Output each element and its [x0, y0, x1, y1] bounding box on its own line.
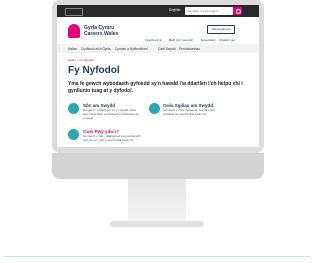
intro-text: Yma fe gewch wybodaeth gyfoedd sy'n hawd… — [68, 81, 243, 94]
nav-item-home[interactable]: Hafan — [68, 47, 77, 51]
sign-in-button[interactable]: Mewngofnodi — [207, 25, 235, 34]
nav-item-apprenticeships[interactable]: Prentisiaethau — [179, 47, 200, 51]
monitor-screen: English Sut allwn ni eich helpu? Gyrfa C… — [57, 5, 259, 147]
nav-item-get-job[interactable]: Cael Swydd — [158, 47, 176, 51]
government-logo-icon — [65, 8, 83, 16]
skills-quiz-icon — [149, 103, 160, 114]
card-text-skills-quiz: Gwnewch y Cwis Sgiliau am Swydd i gael s… — [163, 108, 215, 116]
site-header: Gyrfa Cymru Careers Wales Mewngofnodi Cy… — [57, 17, 259, 44]
monitor-stand — [128, 179, 186, 221]
header-link-contact[interactable]: Cysylltu â ni — [145, 38, 161, 42]
language-link[interactable]: English — [169, 8, 180, 12]
search-button[interactable] — [233, 7, 242, 15]
nav-item-plan-career[interactable]: Cynllunio eich Gyrfa — [81, 47, 111, 51]
header-link-search-web[interactable]: Chwilio'r we — [219, 38, 235, 42]
main-nav: Hafan Cynllunio eich Gyrfa Cyrsiau a Hyf… — [57, 44, 259, 53]
page-title: Fy Nyfodol — [68, 65, 120, 76]
breadcrumb[interactable]: Hafan > Fy Nyfodol — [68, 58, 94, 62]
nav-item-courses[interactable]: Cyrsiau a Hyfforddiant — [115, 47, 148, 51]
header-link-news[interactable]: Newyddion — [201, 38, 216, 42]
monitor-base — [110, 221, 204, 227]
page-baseline — [4, 256, 310, 257]
careers-wales-logo-icon[interactable] — [68, 24, 80, 38]
brand-name-english[interactable]: Careers Wales — [84, 31, 118, 37]
search-input[interactable]: Sut allwn ni eich helpu? — [185, 7, 233, 15]
search-placeholder: Sut allwn ni eich helpu? — [187, 8, 219, 13]
monitor-chin — [52, 153, 264, 179]
job-talk-icon — [68, 103, 79, 114]
card-text-who-am-i: Gwnewch y cwis i ddarganfod mwy amdanoch… — [83, 134, 141, 142]
top-bar: English Sut allwn ni eich helpu? — [57, 5, 259, 17]
who-am-i-quiz-icon — [68, 129, 79, 140]
search-icon — [235, 8, 241, 14]
header-link-whats-new[interactable]: Beth yw'r newydd — [169, 38, 192, 42]
card-text-job-talk: Dysgwch i rywbeth am un o'r swyddi mewn … — [83, 108, 140, 120]
